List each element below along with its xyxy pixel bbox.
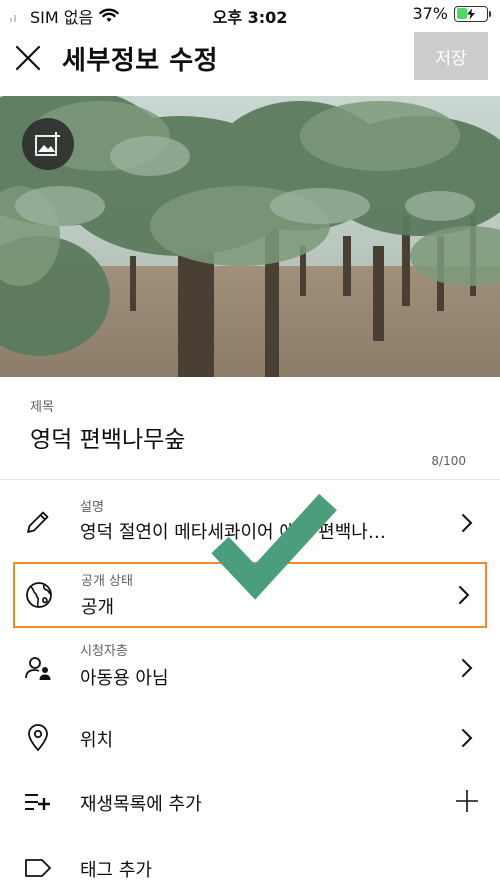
chevron-right-icon <box>458 511 476 535</box>
close-icon[interactable] <box>10 40 46 76</box>
pencil-icon <box>24 508 52 536</box>
battery-percent: 37% <box>412 4 448 23</box>
page-title: 세부정보 수정 <box>62 46 219 76</box>
save-button[interactable]: 저장 <box>414 32 488 80</box>
title-field-label: 제목 <box>30 400 54 415</box>
chevron-right-icon <box>458 656 476 680</box>
add-photo-icon[interactable] <box>22 118 74 170</box>
description-label: 설명 <box>80 500 104 515</box>
video-thumbnail <box>0 96 500 377</box>
description-row[interactable]: 설명 영덕 절연이 메타세콰이어 에는 편백나… <box>0 488 500 558</box>
tag-icon <box>24 854 52 882</box>
privacy-label: 공개 상태 <box>81 574 133 589</box>
location-pin-icon <box>24 724 52 752</box>
location-row[interactable]: 위치 <box>0 712 500 764</box>
audience-label: 시청자층 <box>80 644 128 659</box>
title-field[interactable]: 제목 영덕 편백나무숲 8/100 <box>0 380 500 480</box>
app-header: 세부정보 수정 저장 <box>0 28 500 88</box>
audience-value: 아동용 아님 <box>80 668 169 689</box>
chevron-right-icon <box>458 726 476 750</box>
privacy-value: 공개 <box>81 597 115 618</box>
status-right: 37% <box>412 4 491 23</box>
playlist-add-icon <box>24 788 52 816</box>
forest-scene <box>0 96 500 377</box>
description-value: 영덕 절연이 메타세콰이어 에는 편백나… <box>80 522 386 543</box>
audience-row[interactable]: 시청자층 아동용 아님 <box>0 636 500 702</box>
plus-icon[interactable] <box>454 788 480 814</box>
battery-icon <box>454 5 491 22</box>
title-field-value[interactable]: 영덕 편백나무숲 <box>30 420 185 454</box>
playlist-row[interactable]: 재생목록에 추가 <box>0 776 500 828</box>
tags-label: 태그 추가 <box>80 860 152 881</box>
tags-row[interactable]: 태그 추가 <box>0 842 500 889</box>
privacy-row[interactable]: 공개 상태 공개 <box>13 562 487 628</box>
status-bar: SIM 없음 오후 3:02 37% <box>0 0 500 28</box>
location-label: 위치 <box>80 730 114 751</box>
audience-icon <box>24 654 52 682</box>
playlist-label: 재생목록에 추가 <box>80 794 202 815</box>
globe-icon <box>25 581 53 609</box>
title-char-counter: 8/100 <box>431 454 466 468</box>
chevron-right-icon <box>455 583 473 607</box>
